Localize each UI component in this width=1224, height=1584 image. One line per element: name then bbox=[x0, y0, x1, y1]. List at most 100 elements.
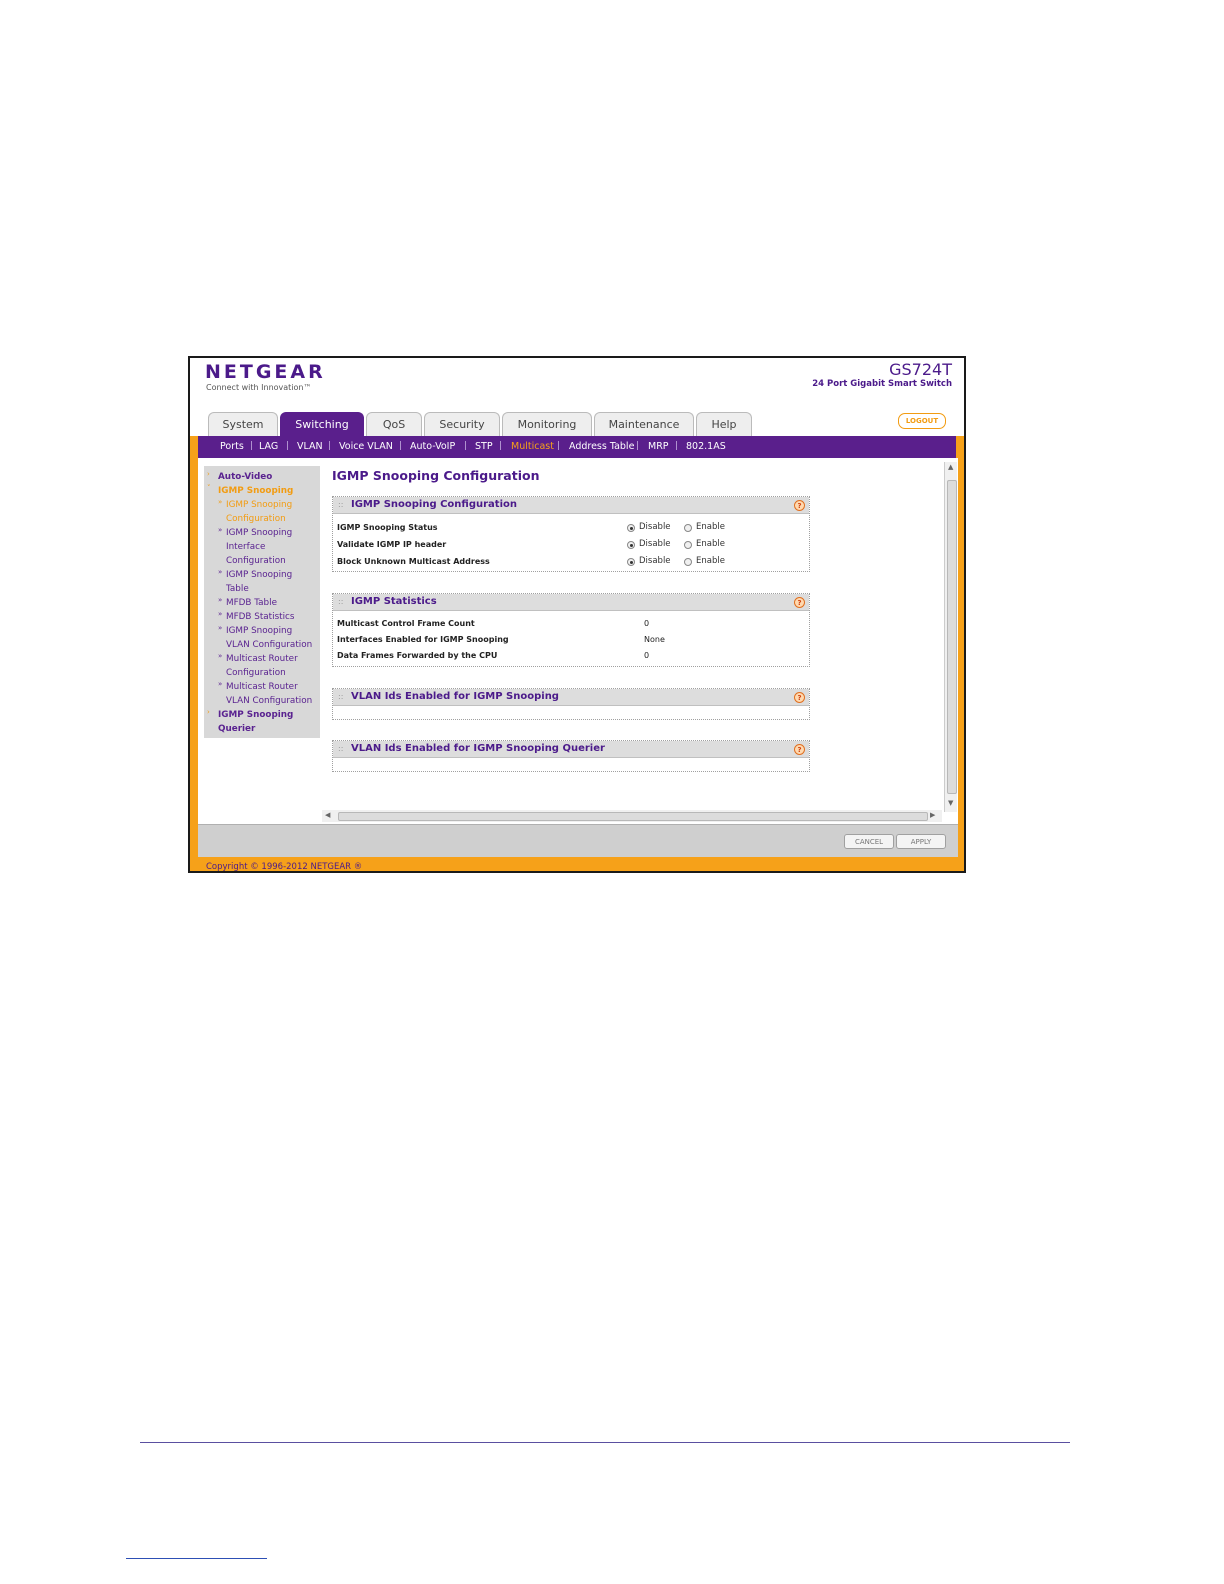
radio-block-unknown-enable[interactable] bbox=[684, 558, 692, 566]
sidebar-item-label[interactable]: VLAN Configuration bbox=[226, 695, 312, 709]
sidebar-item-auto-video[interactable]: Auto-Video bbox=[218, 471, 272, 485]
subnav-stp[interactable]: STP bbox=[475, 441, 493, 452]
radio-block-unknown-disable[interactable] bbox=[627, 558, 635, 566]
radio-label: Enable bbox=[696, 539, 725, 549]
sidebar-item-multicast-router-configuration[interactable]: Multicast Router bbox=[226, 653, 298, 667]
sidebar-item-mfdb-statistics[interactable]: MFDB Statistics bbox=[226, 611, 294, 625]
row-value: 0 bbox=[644, 651, 650, 660]
logout-button[interactable]: LOGOUT bbox=[898, 413, 946, 429]
apply-button[interactable]: APPLY bbox=[896, 834, 946, 849]
chevron-right-icon: » bbox=[218, 526, 223, 534]
panel-title: VLAN Ids Enabled for IGMP Snooping bbox=[351, 691, 559, 702]
sidebar-item-label[interactable]: Table bbox=[226, 583, 249, 597]
tab-switching[interactable]: Switching bbox=[280, 412, 364, 436]
page-title: IGMP Snooping Configuration bbox=[332, 468, 540, 483]
sidebar-item-label[interactable]: Configuration bbox=[226, 555, 286, 569]
subnav-lag[interactable]: LAG bbox=[259, 441, 278, 452]
chevron-right-icon: › bbox=[207, 470, 210, 478]
scroll-right-icon[interactable]: ▶ bbox=[930, 811, 935, 819]
row-label: Multicast Control Frame Count bbox=[337, 619, 475, 628]
sidebar-item-label[interactable]: Configuration bbox=[226, 513, 286, 527]
panel-title: VLAN Ids Enabled for IGMP Snooping Queri… bbox=[351, 743, 605, 754]
grip-icon: :: bbox=[338, 597, 344, 606]
subnav-separator: | bbox=[399, 441, 403, 451]
igmp-statistics-panel: :: IGMP Statistics ? Multicast Control F… bbox=[332, 593, 810, 667]
row-label: Interfaces Enabled for IGMP Snooping bbox=[337, 635, 509, 644]
radio-label: Disable bbox=[639, 522, 671, 532]
tab-help[interactable]: Help bbox=[696, 412, 752, 436]
sidebar-item-igmp-snooping-configuration[interactable]: IGMP Snooping bbox=[226, 499, 292, 513]
sidebar-item-igmp-snooping[interactable]: IGMP Snooping bbox=[218, 485, 293, 499]
tab-qos[interactable]: QoS bbox=[366, 412, 422, 436]
scrollbar-thumb[interactable] bbox=[947, 480, 957, 794]
help-icon[interactable]: ? bbox=[794, 500, 805, 511]
subnav-multicast[interactable]: Multicast bbox=[511, 441, 554, 452]
subnav-voice-vlan[interactable]: Voice VLAN bbox=[339, 441, 393, 452]
radio-igmp-status-enable[interactable] bbox=[684, 524, 692, 532]
radio-label: Enable bbox=[696, 556, 725, 566]
subnav-802-1as[interactable]: 802.1AS bbox=[686, 441, 726, 452]
tab-monitoring[interactable]: Monitoring bbox=[502, 412, 592, 436]
tagline: Connect with Innovation™ bbox=[206, 383, 312, 392]
panel-header: :: IGMP Statistics ? bbox=[333, 594, 809, 611]
row-value: None bbox=[644, 635, 665, 644]
subnav-ports[interactable]: Ports bbox=[220, 441, 244, 452]
radio-validate-header-disable[interactable] bbox=[627, 541, 635, 549]
netgear-logo: NETGEAR bbox=[205, 361, 326, 383]
row-label: Block Unknown Multicast Address bbox=[337, 557, 490, 566]
radio-validate-header-enable[interactable] bbox=[684, 541, 692, 549]
sidebar-item-igmp-interface-configuration[interactable]: IGMP Snooping bbox=[226, 527, 292, 541]
content-area: › Auto-Video ˅ IGMP Snooping » IGMP Snoo… bbox=[198, 458, 958, 824]
chevron-right-icon: › bbox=[207, 708, 210, 716]
igmp-config-panel: :: IGMP Snooping Configuration ? IGMP Sn… bbox=[332, 496, 810, 572]
chevron-right-icon: » bbox=[218, 624, 223, 632]
sidebar-item-igmp-snooping-querier[interactable]: IGMP Snooping bbox=[218, 709, 293, 723]
panel-title: IGMP Statistics bbox=[351, 596, 437, 607]
chevron-right-icon: » bbox=[218, 610, 223, 618]
scrollbar-thumb[interactable] bbox=[338, 812, 928, 821]
chevron-down-icon: ˅ bbox=[207, 484, 211, 492]
chevron-right-icon: » bbox=[218, 652, 223, 660]
chevron-right-icon: » bbox=[218, 680, 223, 688]
panel-header: :: IGMP Snooping Configuration ? bbox=[333, 497, 809, 514]
tab-system[interactable]: System bbox=[208, 412, 278, 436]
sidebar-item-label[interactable]: Querier bbox=[218, 723, 255, 737]
scroll-left-icon[interactable]: ◀ bbox=[325, 811, 330, 819]
cancel-button[interactable]: CANCEL bbox=[844, 834, 894, 849]
subnav-separator: | bbox=[328, 441, 332, 451]
subnav-mrp[interactable]: MRP bbox=[648, 441, 669, 452]
help-icon[interactable]: ? bbox=[794, 744, 805, 755]
subnav-separator: | bbox=[675, 441, 679, 451]
subnav-auto-voip[interactable]: Auto-VoIP bbox=[410, 441, 455, 452]
horizontal-scrollbar[interactable]: ◀ ▶ bbox=[322, 810, 942, 822]
subnav-vlan[interactable]: VLAN bbox=[297, 441, 323, 452]
row-label: Data Frames Forwarded by the CPU bbox=[337, 651, 498, 660]
sidebar-item-label[interactable]: Configuration bbox=[226, 667, 286, 681]
app-window: NETGEAR Connect with Innovation™ GS724T … bbox=[188, 356, 966, 873]
copyright: Copyright © 1996-2012 NETGEAR ® bbox=[206, 862, 363, 872]
sidebar-item-label[interactable]: Interface bbox=[226, 541, 265, 555]
chevron-right-icon: » bbox=[218, 596, 223, 604]
radio-igmp-status-disable[interactable] bbox=[627, 524, 635, 532]
scroll-down-icon[interactable]: ▼ bbox=[948, 799, 953, 807]
scroll-up-icon[interactable]: ▲ bbox=[948, 463, 953, 471]
help-icon[interactable]: ? bbox=[794, 597, 805, 608]
subnav-address-table[interactable]: Address Table bbox=[569, 441, 634, 452]
help-icon[interactable]: ? bbox=[794, 692, 805, 703]
sidebar-item-igmp-snooping-table[interactable]: IGMP Snooping bbox=[226, 569, 292, 583]
sidebar-item-label[interactable]: VLAN Configuration bbox=[226, 639, 312, 653]
grip-icon: :: bbox=[338, 692, 344, 701]
subnav-separator: | bbox=[636, 441, 640, 451]
row-label: Validate IGMP IP header bbox=[337, 540, 447, 549]
sidebar-item-multicast-router-vlan-configuration[interactable]: Multicast Router bbox=[226, 681, 298, 695]
tab-security[interactable]: Security bbox=[424, 412, 500, 436]
row-value: 0 bbox=[644, 619, 650, 628]
sidebar-item-mfdb-table[interactable]: MFDB Table bbox=[226, 597, 277, 611]
radio-label: Enable bbox=[696, 522, 725, 532]
panel-header: :: VLAN Ids Enabled for IGMP Snooping Qu… bbox=[333, 741, 809, 758]
model-name: GS724T bbox=[889, 360, 952, 379]
sidebar-item-igmp-vlan-configuration[interactable]: IGMP Snooping bbox=[226, 625, 292, 639]
vertical-scrollbar[interactable]: ▲ ▼ bbox=[944, 462, 957, 812]
document-rule bbox=[140, 1442, 1070, 1443]
tab-maintenance[interactable]: Maintenance bbox=[594, 412, 694, 436]
